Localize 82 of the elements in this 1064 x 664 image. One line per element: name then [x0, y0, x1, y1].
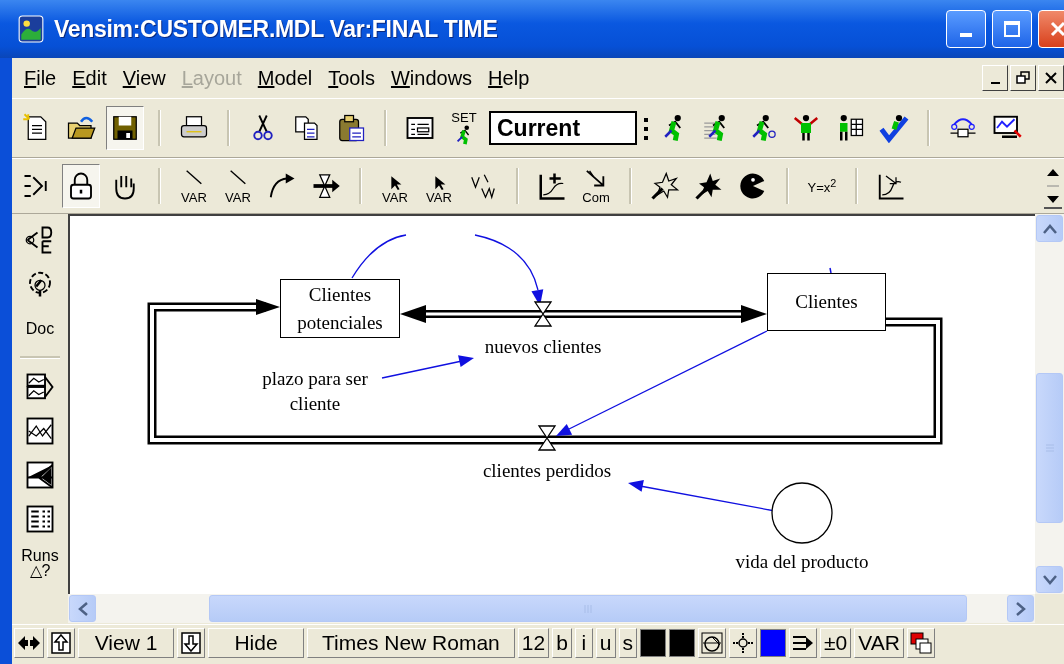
up-arrow-box-icon	[49, 631, 73, 655]
line-graph-icon	[25, 416, 55, 446]
circle-crossed-icon	[700, 631, 724, 655]
check-runner-icon	[879, 113, 909, 143]
restore-button[interactable]	[1010, 65, 1036, 91]
toolbar-button[interactable]: Com	[577, 164, 615, 208]
vertical-scrollbar[interactable]	[1035, 214, 1064, 594]
menu-item[interactable]: Help	[480, 66, 538, 90]
toolbar-button[interactable]: VAR	[175, 164, 213, 208]
minimize-button[interactable]	[982, 65, 1008, 91]
scroll-right-button[interactable]	[1007, 595, 1034, 622]
toolbar-button[interactable]: Times New Roman	[307, 628, 515, 658]
scenario-field[interactable]: Current	[489, 111, 637, 145]
sparkle-wand-icon	[650, 171, 680, 201]
toolbar-button[interactable]: u	[595, 628, 616, 658]
toolbar-button[interactable]: VAR	[854, 628, 904, 658]
toolbar-button[interactable]	[106, 106, 144, 150]
toolbar-button[interactable]	[62, 164, 100, 208]
horizontal-scrollbar[interactable]	[68, 594, 1064, 623]
paste-icon	[336, 113, 366, 143]
variable-label: vida del producto	[734, 550, 870, 574]
menu-item[interactable]: View	[114, 66, 174, 90]
flow-label: nuevos clientes	[483, 335, 603, 359]
toolbar-button[interactable]: i	[574, 628, 593, 658]
scroll-thumb[interactable]	[209, 595, 967, 622]
scroll-up-button[interactable]	[1036, 215, 1063, 242]
view-nav-button[interactable]	[14, 628, 44, 658]
toolbar-button[interactable]: Y=x$^{2}$	[803, 164, 841, 208]
menu-item[interactable]: File	[16, 66, 65, 90]
toolbar-button[interactable]: View 1	[78, 628, 174, 658]
minimize-icon	[960, 33, 972, 37]
scroll-thumb[interactable]	[1036, 373, 1063, 523]
flow-label: clientes perdidos	[481, 459, 613, 483]
windows-stack-icon	[908, 631, 933, 655]
figure-arms-icon	[791, 113, 821, 143]
toolbar-button[interactable]: VAR	[219, 164, 257, 208]
graphs-arrow-icon	[25, 372, 55, 402]
stock-node: Clientes	[767, 273, 886, 331]
toolbar-button[interactable]: 12	[517, 628, 550, 658]
save-icon	[110, 113, 140, 143]
valve-icon	[537, 425, 557, 451]
menu-item[interactable]: Tools	[320, 66, 383, 90]
maximize-button[interactable]	[992, 10, 1032, 48]
color-swatch[interactable]	[760, 629, 786, 657]
restore-icon	[1016, 71, 1030, 85]
down-arrow-box-icon	[179, 631, 203, 655]
toolbar-button[interactable]: Hide	[208, 628, 304, 658]
maximize-icon	[1003, 20, 1021, 38]
grip-icon	[643, 115, 649, 141]
constant-node	[771, 482, 833, 544]
variable-label: plazo para ser cliente	[261, 367, 369, 416]
valve-icon	[533, 301, 553, 327]
close-icon	[1044, 71, 1058, 85]
scroll-down-button[interactable]	[1036, 566, 1063, 593]
burst-wand-icon	[694, 171, 724, 201]
step-graph-icon	[537, 171, 567, 201]
menu-item[interactable]: Edit	[64, 66, 115, 90]
tool-button[interactable]: Doc	[18, 308, 62, 348]
valve-arrow-icon	[311, 171, 341, 201]
target-icon	[731, 631, 755, 655]
toolbar-button[interactable]: b	[552, 628, 572, 658]
scroll-left-button[interactable]	[69, 595, 96, 622]
link-stub	[829, 267, 832, 274]
menu-item[interactable]: Model	[249, 66, 321, 90]
color-swatch[interactable]	[669, 629, 695, 657]
window-title: Vensim:CUSTOMER.MDL Var:FINAL TIME	[54, 15, 498, 43]
toolbar-button[interactable]: VAR	[376, 164, 414, 208]
table-icon	[25, 504, 55, 534]
color-swatch[interactable]	[640, 629, 666, 657]
close-icon	[1049, 20, 1064, 38]
toolbar-button[interactable]: ±0	[820, 628, 852, 658]
tool-button[interactable]: Runs △?	[18, 543, 62, 583]
toolbar-button[interactable]: SET	[445, 106, 483, 150]
app-icon	[18, 15, 44, 43]
close-button[interactable]	[1038, 65, 1064, 91]
toolbar-button[interactable]: VAR	[420, 164, 458, 208]
stock-node: Clientes potenciales	[280, 279, 400, 338]
toolbar-button[interactable]: s	[618, 628, 637, 658]
chevron-letters-icon	[25, 225, 55, 255]
tree-graph-icon	[25, 460, 55, 490]
menu-item[interactable]: Windows	[382, 66, 481, 90]
minimize-icon	[990, 82, 1000, 84]
